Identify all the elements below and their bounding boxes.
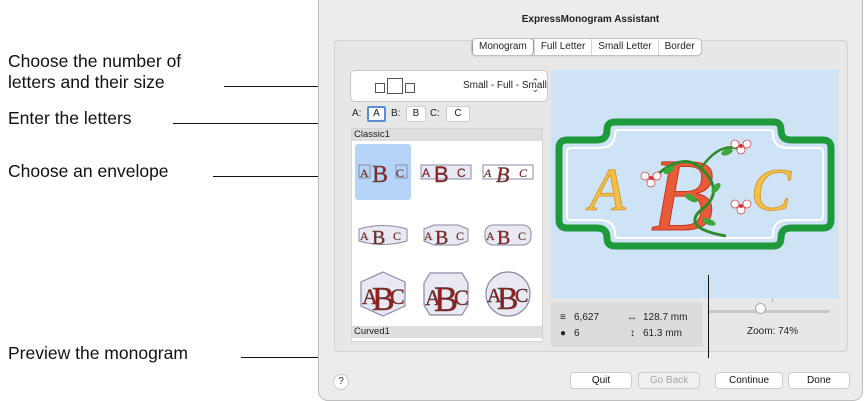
chevron-up-down-icon: ⌃ ⌄ — [531, 77, 539, 94]
svg-text:C: C — [457, 166, 466, 180]
envelope-group-curved1: Curved1 — [352, 326, 542, 338]
tab-border[interactable]: Border — [657, 39, 701, 55]
width-arrow-icon: ↔ — [627, 312, 637, 323]
color-count: 6 — [574, 328, 580, 339]
svg-text:C: C — [456, 229, 464, 243]
svg-text:A: A — [424, 229, 433, 243]
envelope-thumb-3[interactable]: A B C — [480, 144, 536, 200]
svg-text:A: A — [360, 229, 369, 243]
svg-text:C: C — [393, 229, 401, 243]
svg-text:B: B — [497, 227, 510, 249]
callout-line-enter-letters — [173, 123, 338, 125]
svg-text:C: C — [390, 284, 405, 309]
envelope-thumb-6[interactable]: A B C — [480, 207, 536, 263]
letter-c-field[interactable]: C — [446, 106, 470, 122]
svg-text:C: C — [515, 285, 528, 307]
preview-letter-b: B — [651, 138, 715, 253]
envelope-thumb-1[interactable]: A B C — [355, 144, 411, 200]
envelope-thumb-9[interactable]: A B C — [480, 266, 536, 322]
zoom-slider-knob[interactable] — [755, 303, 766, 314]
letter-a-label: A: — [352, 108, 362, 119]
svg-text:C: C — [396, 166, 404, 180]
zoom-slider-track[interactable] — [708, 310, 830, 313]
letter-c-label: C: — [430, 108, 440, 119]
svg-text:C: C — [454, 285, 469, 310]
preview-letter-a: A — [585, 157, 626, 223]
letter-a-field[interactable]: A — [367, 106, 386, 122]
quit-button[interactable]: Quit — [570, 372, 632, 389]
svg-text:A: A — [483, 166, 492, 180]
envelope-thumb-5[interactable]: A B C — [418, 207, 474, 263]
callout-letters-size-line1: Choose the number of — [8, 51, 182, 71]
stitch-count-icon: ≡ — [560, 312, 566, 323]
svg-text:B: B — [434, 162, 449, 187]
envelope-thumb-7[interactable]: A B C — [355, 266, 411, 322]
envelope-thumb-2[interactable]: A B C — [418, 144, 474, 200]
letter-size-popup[interactable]: Small - Full - Small ⌃ ⌄ — [350, 70, 548, 102]
svg-text:A: A — [422, 166, 430, 180]
window-title: ExpressMonogram Assistant — [521, 14, 660, 25]
letter-b-label: B: — [391, 108, 401, 119]
svg-text:C: C — [518, 229, 526, 243]
design-width: 128.7 mm — [643, 312, 688, 323]
svg-text:A: A — [486, 229, 495, 243]
envelope-group-classic1: Classic1 — [352, 129, 542, 141]
svg-text:B: B — [496, 162, 509, 187]
tab-monogram[interactable]: Monogram — [472, 39, 534, 55]
design-stats-panel: ≡ 6,627 ● 6 ↔ 128.7 mm ↕ 61.3 mm — [551, 302, 703, 347]
letter-b-field[interactable]: B — [406, 106, 426, 122]
monogram-assistant-window: ExpressMonogram Assistant Monogram Full … — [318, 0, 863, 401]
envelope-thumb-4[interactable]: A B C — [355, 207, 411, 263]
callout-envelope: Choose an envelope — [8, 161, 169, 181]
callout-preview: Preview the monogram — [8, 343, 188, 363]
height-arrow-icon: ↕ — [630, 328, 635, 339]
callout-enter-letters: Enter the letters — [8, 108, 132, 128]
design-height: 61.3 mm — [643, 328, 682, 339]
svg-text:A: A — [360, 166, 369, 180]
svg-text:C: C — [519, 166, 528, 180]
envelope-thumb-8[interactable]: A B C — [418, 266, 474, 322]
tab-bar: Monogram Full Letter Small Letter Border — [471, 38, 702, 56]
go-back-button[interactable]: Go Back — [638, 372, 700, 389]
svg-text:B: B — [435, 227, 448, 249]
help-button[interactable]: ? — [333, 374, 349, 390]
tab-small-letter[interactable]: Small Letter — [591, 39, 657, 55]
tab-full-letter[interactable]: Full Letter — [533, 39, 591, 55]
color-palette-icon: ● — [560, 328, 567, 339]
zoom-label: Zoom: 74% — [747, 326, 799, 337]
zoom-slider-tick — [772, 299, 773, 302]
svg-text:B: B — [372, 227, 385, 249]
callout-letters-size-line2: letters and their size — [8, 72, 165, 92]
stitch-count: 6,627 — [574, 312, 600, 323]
monogram-preview: A B C — [551, 70, 838, 298]
done-button[interactable]: Done — [788, 372, 850, 389]
svg-text:B: B — [372, 162, 388, 187]
preview-letter-c: C — [751, 157, 792, 223]
callout-line-preview-vertical — [708, 275, 710, 358]
continue-button[interactable]: Continue — [715, 372, 783, 389]
envelope-list[interactable]: Classic1 A B C A B C A B C A B C A B C A… — [351, 128, 543, 342]
